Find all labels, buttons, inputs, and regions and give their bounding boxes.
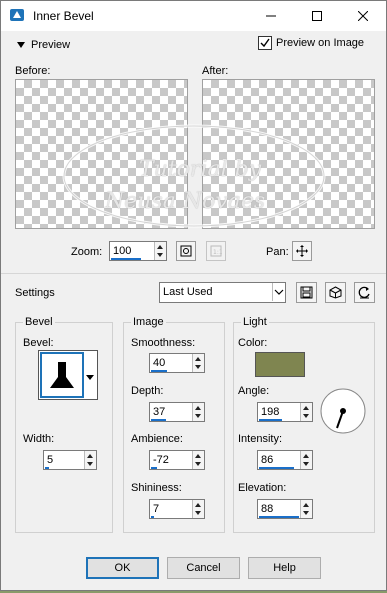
preview-toggle[interactable]: Preview (17, 39, 70, 51)
preset-dropdown[interactable]: Last Used (159, 282, 286, 303)
svg-text:1:1: 1:1 (213, 249, 222, 256)
chevron-down-icon[interactable] (272, 283, 285, 301)
light-color-swatch[interactable] (255, 352, 305, 377)
reset-icon (358, 286, 370, 299)
zoom-level (111, 258, 141, 260)
elevation-arrows[interactable] (300, 500, 312, 518)
watermark-ellipse (62, 124, 326, 228)
ambience-value: -72 (153, 454, 169, 466)
depth-label: Depth: (131, 385, 164, 397)
zoom-stepper[interactable]: 100 (109, 241, 167, 261)
preview-toggle-label: Preview (31, 39, 71, 51)
width-label: Width: (23, 433, 55, 445)
ambience-stepper[interactable]: -72 (149, 450, 205, 470)
intensity-value: 86 (261, 454, 274, 466)
zoom-value: 100 (113, 245, 132, 257)
ambience-arrows[interactable] (192, 451, 204, 469)
smoothness-label: Smoothness: (131, 337, 196, 349)
before-label: Before: (15, 65, 51, 77)
depth-arrows[interactable] (192, 403, 204, 421)
elevation-label: Elevation: (238, 482, 287, 494)
window-title: Inner Bevel (33, 9, 94, 23)
preset-value: Last Used (163, 286, 213, 298)
depth-level (151, 419, 167, 421)
smoothness-value: 40 (153, 357, 166, 369)
separator (1, 273, 386, 274)
zoom-fit-icon (180, 245, 192, 257)
light-group-label: Light (241, 316, 269, 328)
triangle-down-icon (17, 42, 25, 48)
inner-bevel-dialog: Inner Bevel Preview Preview on Image Bef… (0, 0, 387, 591)
app-icon (9, 7, 25, 23)
shininess-level (151, 516, 154, 518)
ambience-level (151, 467, 157, 469)
smoothness-level (151, 370, 168, 372)
cancel-button[interactable]: Cancel (167, 557, 240, 579)
randomize-button[interactable] (325, 282, 346, 303)
width-arrows[interactable] (84, 451, 96, 469)
angle-arrows[interactable] (300, 403, 312, 421)
angle-level (259, 419, 282, 421)
angle-stepper[interactable]: 198 (257, 402, 313, 422)
title-bar: Inner Bevel (1, 1, 386, 31)
width-stepper[interactable]: 5 (43, 450, 97, 470)
dice-icon (329, 286, 342, 299)
bevel-shape-icon (50, 362, 74, 388)
ok-button[interactable]: OK (86, 557, 159, 579)
checkmark-icon (260, 38, 270, 48)
zoom-label: Zoom: (71, 246, 103, 258)
angle-value: 198 (261, 406, 280, 418)
bevel-label: Bevel: (23, 337, 54, 349)
after-label: After: (202, 65, 229, 77)
triangle-down-icon[interactable] (86, 371, 94, 383)
save-preset-button[interactable] (296, 282, 317, 303)
preview-on-image-label: Preview on Image (276, 37, 365, 49)
checkbox-box[interactable] (258, 36, 272, 50)
shininess-stepper[interactable]: 7 (149, 499, 205, 519)
intensity-stepper[interactable]: 86 (257, 450, 313, 470)
save-icon (300, 286, 313, 299)
shininess-value: 7 (153, 503, 160, 515)
settings-label: Settings (15, 287, 55, 299)
shininess-label: Shininess: (131, 482, 182, 494)
elevation-stepper[interactable]: 88 (257, 499, 313, 519)
elevation-level (259, 516, 300, 518)
intensity-label: Intensity: (238, 433, 283, 445)
intensity-level (259, 467, 295, 469)
depth-stepper[interactable]: 37 (149, 402, 205, 422)
pan-label: Pan: (266, 246, 289, 258)
bevel-shape-dropdown[interactable] (38, 350, 98, 400)
angle-dial[interactable] (320, 388, 366, 434)
color-label: Color: (238, 337, 268, 349)
zoom-arrows[interactable] (154, 242, 166, 260)
ambience-label: Ambience: (131, 433, 183, 445)
image-group-label: Image (131, 316, 166, 328)
smoothness-stepper[interactable]: 40 (149, 353, 205, 373)
angle-label: Angle: (238, 385, 270, 397)
zoom-fit-button[interactable] (176, 241, 196, 261)
close-button[interactable] (340, 1, 386, 31)
intensity-arrows[interactable] (300, 451, 312, 469)
shininess-arrows[interactable] (192, 500, 204, 518)
pan-button[interactable] (292, 241, 312, 261)
bevel-group-label: Bevel (23, 316, 55, 328)
zoom-actual-button[interactable]: 1:1 (206, 241, 226, 261)
width-level (45, 467, 49, 469)
bevel-shape-preview (40, 352, 84, 398)
reset-button[interactable] (354, 282, 375, 303)
elevation-value: 88 (261, 503, 274, 515)
zoom-actual-icon: 1:1 (210, 245, 222, 257)
smoothness-arrows[interactable] (192, 354, 204, 372)
maximize-button[interactable] (294, 1, 340, 31)
move-arrows-icon (296, 245, 308, 257)
depth-value: 37 (153, 406, 166, 418)
width-value: 5 (47, 454, 54, 466)
minimize-button[interactable] (248, 1, 294, 31)
preview-on-image-checkbox[interactable]: Preview on Image (258, 36, 364, 50)
help-button[interactable]: Help (248, 557, 321, 579)
